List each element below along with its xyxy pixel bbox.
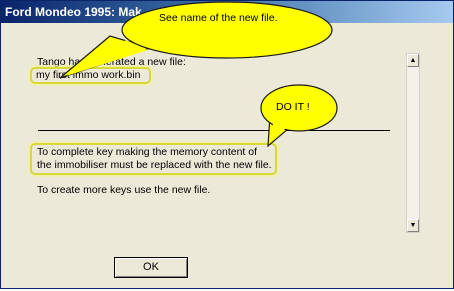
do-it-callout-bubble <box>260 84 338 148</box>
do-it-callout-text: DO IT ! <box>276 101 310 113</box>
callout-overlay <box>59 1 338 148</box>
name-callout-text: See name of the new file. <box>159 12 278 24</box>
